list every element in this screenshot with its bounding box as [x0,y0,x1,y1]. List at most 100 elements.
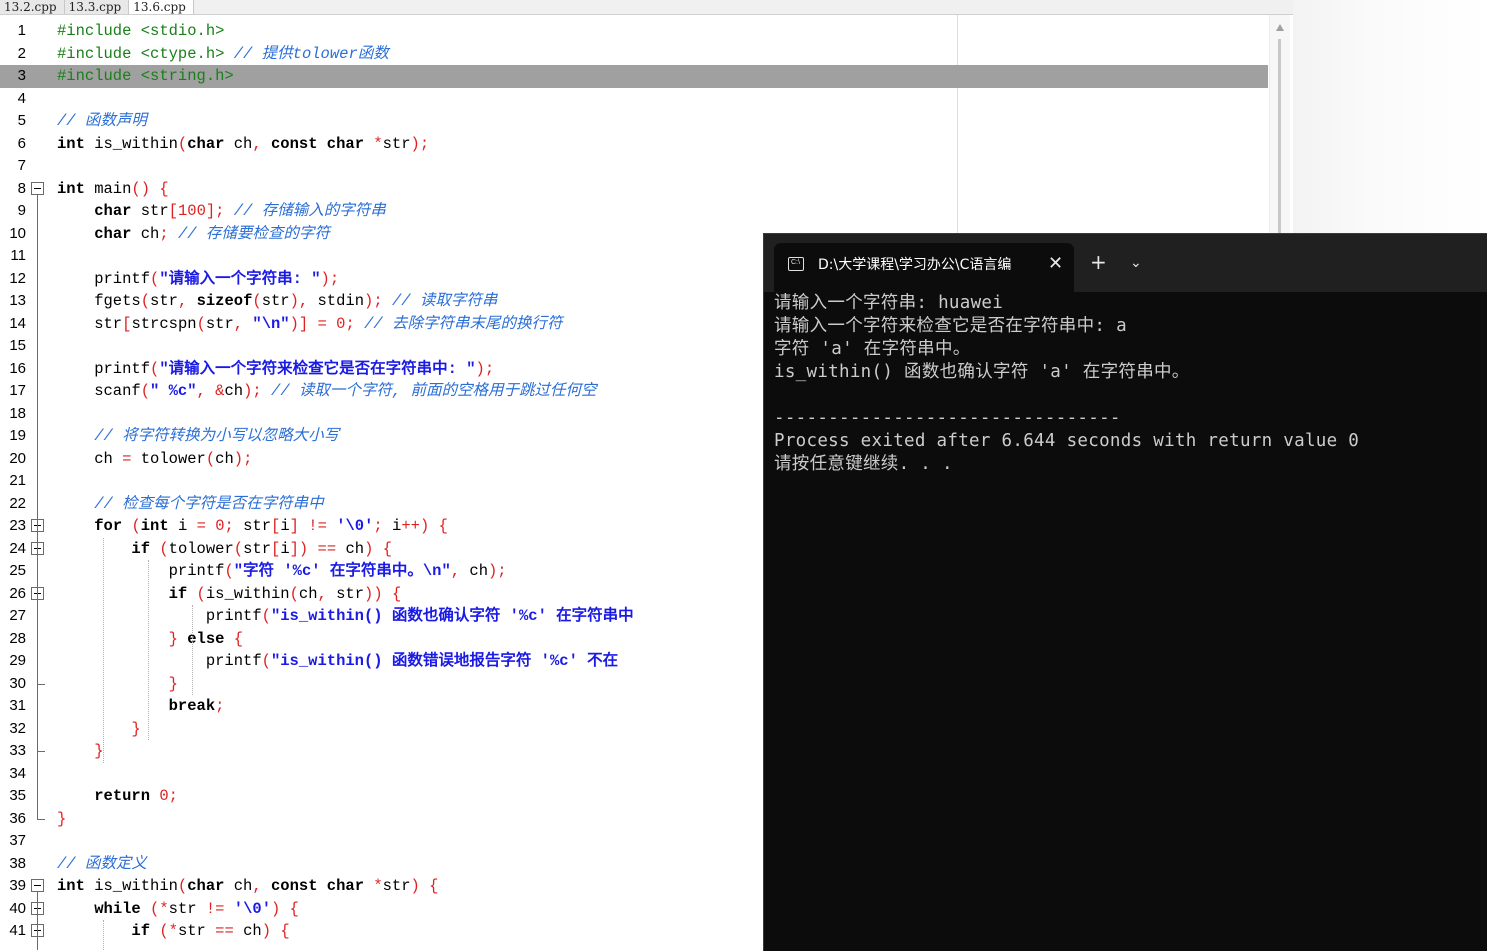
fold-toggle-icon[interactable] [31,879,44,892]
fold-end-marker [37,751,45,752]
code-text: fgets(str, sizeof(str), stdin); // 读取字符串 [57,292,498,310]
code-line[interactable]: 1 #include <stdio.h> [0,20,1268,43]
line-number: 3 [17,67,26,84]
line-number: 2 [17,44,26,62]
code-line[interactable]: 2 #include <ctype.h> // 提供tolower函数 [0,43,1268,66]
scroll-thumb[interactable] [1278,39,1281,249]
line-number: 31 [9,697,26,714]
code-text: while (*str != '\0') { [94,899,299,918]
line-number: 28 [9,629,26,647]
code-text: } [168,674,178,693]
line-number: 16 [9,359,26,377]
line-number: 24 [9,539,26,557]
console-tab[interactable]: C:\ D:\大学课程\学习办公\C语言编 ✕ [774,243,1074,292]
chevron-down-icon[interactable]: ⌄ [1130,253,1142,273]
editor-tab-strip: 13.2.cpp 13.3.cpp 13.6.cpp [0,0,1293,15]
editor-tab[interactable]: 13.3.cpp [64,0,130,14]
line-number: 27 [9,607,26,624]
code-line[interactable]: 8 int main() { [0,178,1268,201]
line-number: 20 [9,449,26,467]
close-icon[interactable]: ✕ [1048,253,1063,275]
console-line: 请输入一个字符串: huawei [774,293,1004,313]
line-number: 30 [9,674,26,692]
line-number: 11 [10,247,26,264]
code-text: ch = tolower(ch); [57,449,253,468]
line-number: 6 [17,134,26,152]
code-text: printf("is_within() 函数错误地报告字符 '%c' 不在 [57,652,619,670]
console-tab-title: D:\大学课程\学习办公\C语言编 [818,257,1012,273]
line-number: 5 [17,112,26,129]
editor-tab[interactable]: 13.2.cpp [0,0,65,14]
code-text: printf("请输入一个字符来检查它是否在字符串中: "); [57,359,495,378]
code-text: printf("请输入一个字符串: "); [57,269,340,288]
line-number: 34 [9,764,26,782]
line-number: 41 [9,922,26,939]
console-line: 请按任意键继续. . . [774,454,953,474]
code-text: if (tolower(str[i]) == ch) { [131,539,392,558]
line-number: 10 [9,224,26,242]
code-line[interactable]: 9 char str[100]; // 存储输入的字符串 [0,200,1268,223]
line-number: 38 [9,854,26,872]
line-number: 29 [9,652,26,669]
code-text: } [57,809,67,828]
line-number: 37 [9,832,26,849]
line-number: 36 [9,809,26,827]
line-number: 35 [9,787,26,804]
code-text: int is_within(char ch, const char *str) … [57,877,439,895]
fold-toggle-icon[interactable] [31,181,44,195]
line-number: 9 [17,202,26,219]
line-number: 23 [9,517,26,534]
new-tab-icon[interactable]: + [1090,251,1107,273]
code-text: for (int i = 0; str[i] != '\0'; i++) { [94,517,448,535]
code-text: int is_within(char ch, const char *str); [57,134,430,153]
code-line[interactable]: 5 // 函数声明 [0,110,1268,133]
code-text: // 将字符转换为小写以忽略大小写 [94,427,340,445]
code-text: char str[100]; // 存储输入的字符串 [94,202,386,220]
line-number: 26 [9,584,26,602]
editor-tab-active[interactable]: 13.6.cpp [129,0,194,14]
line-number: 12 [9,269,26,287]
code-text: } [131,719,141,738]
code-text: return 0; [94,787,178,805]
code-line-current[interactable]: 3 #include <string.h> [0,65,1268,88]
code-text: // 检查每个字符是否在字符串中 [94,494,324,513]
fold-line [37,892,38,950]
terminal-icon: C:\ [788,257,804,271]
console-line: Process exited after 6.644 seconds with … [774,431,1360,451]
line-number: 25 [9,562,26,579]
console-output: 请输入一个字符串: huawei 请输入一个字符来检查它是否在字符串中: a 字… [774,292,1474,476]
code-text: char ch; // 存储要检查的字符 [94,224,330,243]
code-text: // 函数定义 [57,854,147,873]
console-titlebar: C:\ D:\大学课程\学习办公\C语言编 ✕ + ⌄ [764,234,1487,292]
code-text: } else { [168,629,244,648]
scroll-up-arrow-icon[interactable] [1276,24,1284,31]
line-number: 14 [9,314,26,332]
line-number: 17 [9,382,26,399]
code-text: } [94,742,104,760]
code-text: str[strcspn(str, "\n")] = 0; // 去除字符串末尾的… [57,314,563,333]
console-separator: -------------------------------- [774,408,1121,428]
code-text: scanf(" %c", &ch); // 读取一个字符, 前面的空格用于跳过任… [57,382,597,400]
indent-guide [192,605,193,695]
code-line[interactable]: 7 [0,155,1268,178]
line-number: 1 [17,22,26,39]
line-number: 8 [17,179,26,197]
code-text: #include <string.h> [57,67,234,85]
line-number: 21 [9,472,26,489]
code-text: break; [168,697,225,715]
code-line[interactable]: 4 [0,88,1268,111]
fold-end-marker [37,818,45,820]
console-line: 字符 'a' 在字符串中。 [774,339,971,359]
console-window[interactable]: C:\ D:\大学课程\学习办公\C语言编 ✕ + ⌄ 请输入一个字符串: hu… [763,233,1487,951]
code-text: if (is_within(ch, str)) { [168,584,402,603]
code-text: int main() { [57,179,169,198]
fold-end-marker [37,683,45,685]
console-line: is_within() 函数也确认字符 'a' 在字符串中。 [774,362,1190,382]
code-line[interactable]: 6 int is_within(char ch, const char *str)… [0,133,1268,156]
indent-guide [148,560,149,740]
line-number: 19 [9,427,26,444]
terminal-icon-label: C:\ [791,259,800,266]
code-text: #include <stdio.h> [57,22,225,40]
line-number: 7 [17,157,26,174]
line-number: 13 [9,292,26,309]
